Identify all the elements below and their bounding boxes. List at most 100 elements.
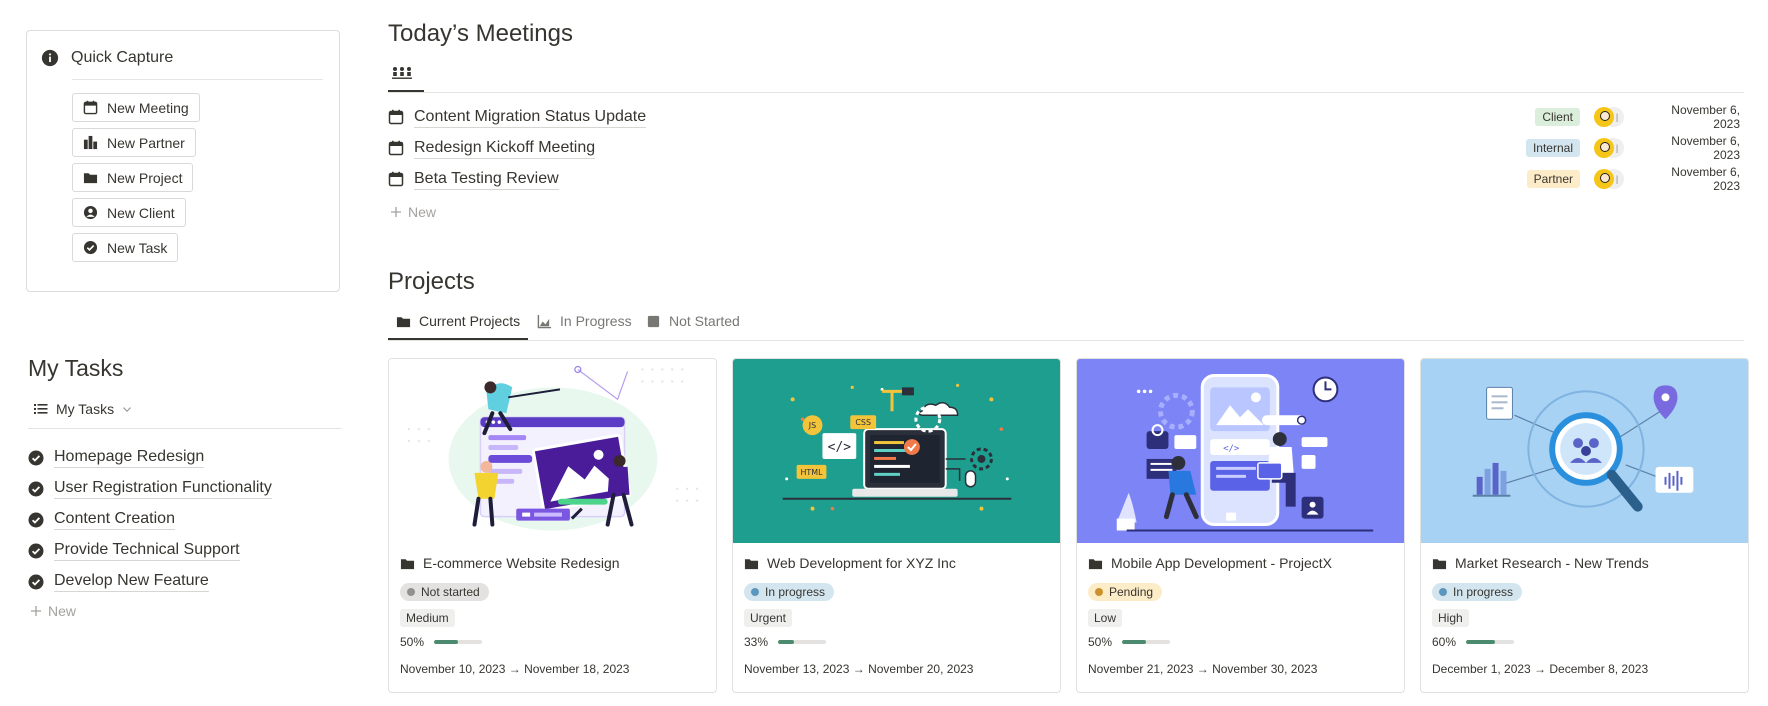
meetings-title: Today’s Meetings bbox=[388, 20, 573, 47]
tab-label: In Progress bbox=[560, 313, 632, 329]
status-dot bbox=[1439, 588, 1447, 596]
status-badge: Not started bbox=[400, 583, 489, 601]
project-dates: November 21, 2023 → November 30, 2023 bbox=[1088, 662, 1318, 676]
plus-icon bbox=[31, 606, 41, 616]
projects-title: Projects bbox=[388, 268, 475, 295]
meeting-meta: Partner | November 6, 2023 bbox=[1526, 165, 1740, 193]
project-card[interactable]: </> Mobile App Development - ProjectX Pe… bbox=[1076, 358, 1405, 693]
check-circle-icon bbox=[28, 574, 44, 589]
task-item[interactable]: Content Creation bbox=[28, 509, 175, 530]
meeting-row[interactable]: Content Migration Status Update Client |… bbox=[388, 103, 1740, 131]
new-partner-button[interactable]: New Partner bbox=[72, 128, 196, 157]
progress-bar bbox=[1466, 640, 1515, 644]
progress-bar bbox=[1122, 640, 1171, 644]
new-project-label: New Project bbox=[107, 169, 183, 186]
tab-label: Current Projects bbox=[419, 313, 521, 329]
check-circle-icon bbox=[28, 450, 44, 465]
progress-bar bbox=[778, 640, 827, 644]
priority-tag: Low bbox=[1088, 609, 1123, 627]
task-title: Homepage Redesign bbox=[54, 447, 205, 468]
project-title-text: Mobile App Development - ProjectX bbox=[1111, 555, 1332, 571]
status-text: Not started bbox=[421, 585, 480, 599]
new-project-button[interactable]: New Project bbox=[72, 163, 194, 192]
tab-in-progress[interactable]: In Progress bbox=[537, 313, 632, 329]
svg-text:</>: </> bbox=[828, 440, 852, 455]
meetings-tab-divider bbox=[388, 92, 1744, 93]
meeting-meta: Internal | November 6, 2023 bbox=[1525, 134, 1740, 162]
folder-icon bbox=[1088, 558, 1103, 569]
priority-tag: Urgent bbox=[744, 609, 793, 627]
my-tasks-view-label: My Tasks bbox=[56, 401, 115, 417]
new-meeting-link[interactable]: New bbox=[390, 204, 436, 220]
project-card[interactable]: </> HTML CSS JS Web Development for XYZ … bbox=[732, 358, 1061, 693]
calendar-icon bbox=[388, 171, 404, 187]
task-item[interactable]: User Registration Functionality bbox=[28, 478, 272, 499]
calendar-icon bbox=[83, 100, 98, 115]
project-title: Mobile App Development - ProjectX bbox=[1088, 555, 1332, 571]
new-meeting-button[interactable]: New Meeting bbox=[72, 93, 200, 122]
new-task-link[interactable]: New bbox=[30, 603, 76, 619]
task-item[interactable]: Homepage Redesign bbox=[28, 447, 205, 468]
ecommerce-illustration bbox=[407, 365, 699, 531]
meeting-row[interactable]: Redesign Kickoff Meeting Internal | Nove… bbox=[388, 134, 1740, 162]
project-title: Web Development for XYZ Inc bbox=[744, 555, 956, 571]
tab-label: Not Started bbox=[669, 313, 740, 329]
folder-icon bbox=[744, 558, 759, 569]
meeting-row[interactable]: Beta Testing Review Partner | November 6… bbox=[388, 165, 1740, 193]
meetings-view-tab[interactable] bbox=[392, 66, 412, 85]
new-meeting-link-label: New bbox=[408, 204, 437, 220]
my-tasks-title: My Tasks bbox=[28, 355, 124, 381]
status-text: Pending bbox=[1109, 585, 1154, 599]
calendar-icon bbox=[388, 109, 404, 125]
building-icon bbox=[83, 135, 98, 150]
new-task-link-label: New bbox=[48, 603, 77, 619]
progress: 33% bbox=[744, 635, 827, 649]
my-tasks-view-tab[interactable]: My Tasks bbox=[34, 401, 132, 417]
list-icon bbox=[34, 404, 48, 414]
project-cover-image bbox=[1421, 359, 1748, 543]
status-dot bbox=[1095, 588, 1103, 596]
calendar-icon bbox=[388, 140, 404, 156]
new-client-button[interactable]: New Client bbox=[72, 198, 186, 227]
project-dates: December 1, 2023 → December 8, 2023 bbox=[1432, 662, 1649, 676]
meeting-tag: Internal bbox=[1525, 139, 1580, 157]
avatar bbox=[1594, 107, 1614, 127]
folder-icon bbox=[1432, 558, 1447, 569]
new-client-label: New Client bbox=[107, 204, 175, 221]
meeting-date: November 6, 2023 bbox=[1671, 134, 1740, 162]
project-title-text: E-commerce Website Redesign bbox=[423, 555, 620, 571]
status-text: In progress bbox=[765, 585, 826, 599]
priority-tag: Medium bbox=[400, 609, 455, 627]
chevron-down-icon bbox=[123, 407, 132, 412]
plus-icon bbox=[391, 207, 401, 217]
tab-not-started[interactable]: Not Started bbox=[646, 313, 740, 329]
priority-tag: High bbox=[1432, 609, 1469, 627]
svg-text:</>: </> bbox=[1223, 444, 1239, 454]
quick-capture-panel: Quick Capture New Meeting New Partner Ne… bbox=[26, 30, 340, 292]
progress-fill bbox=[778, 640, 794, 644]
task-title: Provide Technical Support bbox=[54, 540, 240, 561]
quick-capture-divider bbox=[72, 79, 323, 80]
check-circle-icon bbox=[28, 512, 44, 527]
progress-label: 60% bbox=[1432, 635, 1457, 649]
project-card[interactable]: E-commerce Website Redesign Not started … bbox=[388, 358, 717, 693]
svg-text:JS: JS bbox=[808, 421, 816, 430]
progress: 50% bbox=[400, 635, 483, 649]
project-dates: November 10, 2023 → November 18, 2023 bbox=[400, 662, 630, 676]
progress-bar bbox=[434, 640, 483, 644]
project-title-text: Web Development for XYZ Inc bbox=[767, 555, 956, 571]
my-tasks-divider bbox=[28, 428, 341, 429]
new-task-button[interactable]: New Task bbox=[72, 233, 179, 262]
check-circle-icon bbox=[28, 543, 44, 558]
progress-fill bbox=[1122, 640, 1147, 644]
svg-text:CSS: CSS bbox=[855, 418, 871, 427]
progress-fill bbox=[1466, 640, 1495, 644]
tab-current-projects[interactable]: Current Projects bbox=[396, 313, 520, 329]
task-item[interactable]: Develop New Feature bbox=[28, 571, 209, 592]
folder-icon bbox=[83, 173, 98, 184]
quick-capture-title: Quick Capture bbox=[71, 49, 174, 66]
status-dot bbox=[407, 588, 415, 596]
status-dot bbox=[751, 588, 759, 596]
project-card[interactable]: Market Research - New Trends In progress… bbox=[1420, 358, 1749, 693]
task-item[interactable]: Provide Technical Support bbox=[28, 540, 240, 561]
